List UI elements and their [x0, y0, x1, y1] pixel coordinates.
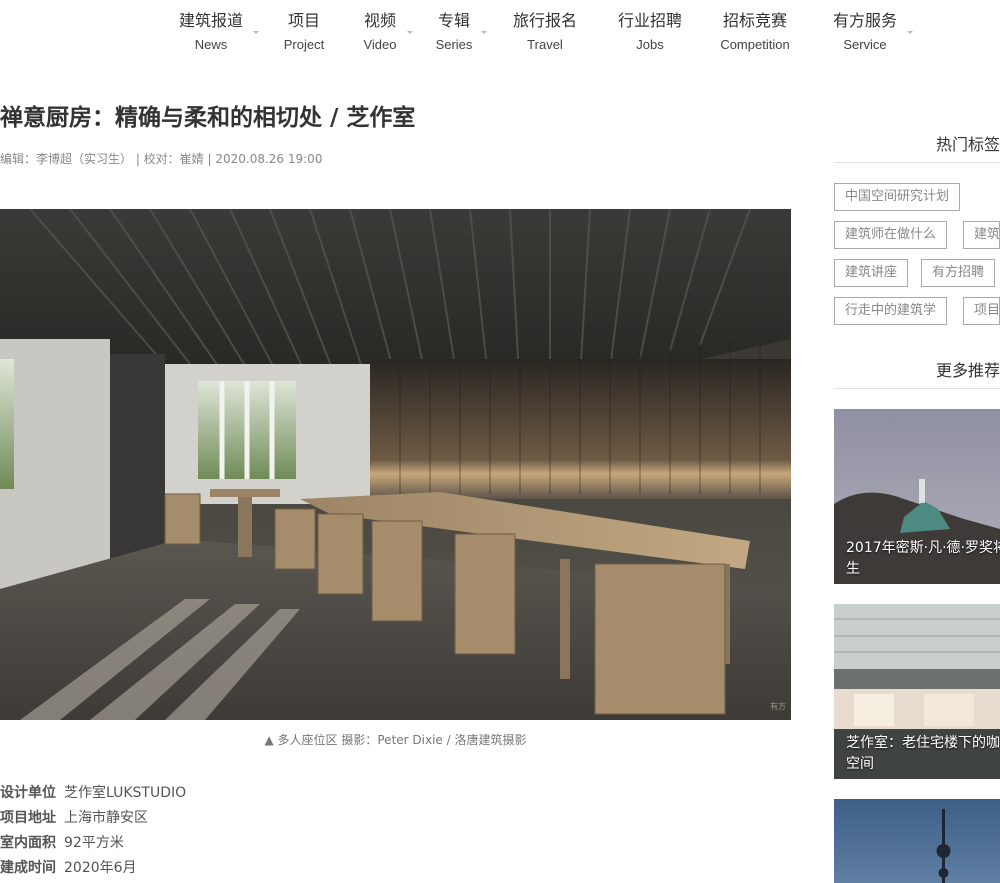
- card-caption: 2017年密斯·凡·德·罗奖将 生: [846, 538, 1000, 580]
- nav-label-cn: 有方服务: [832, 11, 897, 30]
- tag-item[interactable]: 建筑师在做什么: [834, 221, 948, 249]
- nav-news[interactable]: 建筑报道 News: [178, 10, 244, 54]
- nav-caret-icon: [481, 31, 487, 34]
- tag-item[interactable]: 建筑讲座: [834, 259, 909, 287]
- info-value: 2020年6月: [64, 860, 137, 876]
- hot-tags-heading: 热门标签: [935, 135, 1000, 154]
- nav-label-cn: 建筑报道: [178, 11, 243, 30]
- nav-label-cn: 行业招聘: [617, 11, 682, 30]
- info-key: 建成时间: [0, 860, 56, 876]
- divider: [834, 388, 1000, 389]
- nav-label-en: Jobs: [636, 37, 664, 52]
- nav-label-cn: 项目: [287, 11, 320, 30]
- info-key: 设计单位: [0, 785, 56, 801]
- nav-caret-icon: [407, 31, 413, 34]
- info-key: 室内面积: [0, 835, 56, 851]
- nav-label-en: Competition: [720, 37, 790, 52]
- nav-label-en: Series: [435, 37, 473, 52]
- divider: [834, 162, 1000, 163]
- nav-label-cn: 视频: [363, 11, 396, 30]
- top-nav: 建筑报道 News 项目 Project 视频 Video 专辑 Series …: [0, 0, 1000, 70]
- card-caption: 芝作室：老住宅楼下的咖 空间: [846, 733, 1000, 775]
- more-recommend-heading: 更多推荐: [935, 361, 1000, 380]
- photo-watermark: 有方: [770, 701, 786, 711]
- tag-item[interactable]: 项目: [963, 297, 1000, 325]
- nav-label-cn: 招标竞赛: [722, 11, 787, 30]
- nav-label-en: Project: [283, 37, 325, 52]
- nav-label-en: News: [194, 37, 228, 52]
- info-key: 项目地址: [0, 810, 56, 826]
- kitchen-interior-image: 有方: [0, 209, 791, 720]
- tag-item[interactable]: 有方招聘: [921, 259, 996, 287]
- nav-label-en: Travel: [527, 37, 563, 52]
- card-caption-line: 生: [846, 561, 860, 577]
- info-value: 92平方米: [64, 835, 124, 851]
- info-row: 项目地址 上海市静安区: [0, 807, 148, 827]
- hero-photo: 有方: [0, 209, 791, 720]
- article-meta: 编辑：李博超（实习生） | 校对：崔婧 | 2020.08.26 19:00: [0, 152, 323, 166]
- nav-series[interactable]: 专辑 Series: [431, 10, 477, 54]
- nav-label-cn: 专辑: [437, 11, 470, 30]
- nav-label-en: Service: [843, 37, 887, 52]
- info-row: 建成时间 2020年6月: [0, 857, 137, 877]
- card-caption-line: 芝作室：老住宅楼下的咖: [846, 735, 1000, 751]
- nav-caret-icon: [253, 31, 259, 34]
- nav-service[interactable]: 有方服务 Service: [832, 10, 898, 54]
- info-row: 室内面积 92平方米: [0, 832, 124, 852]
- nav-travel[interactable]: 旅行报名 Travel: [512, 10, 578, 54]
- nav-label-en: Video: [363, 37, 397, 52]
- tag-item[interactable]: 建筑: [963, 221, 1000, 249]
- recommend-card[interactable]: 芝作室：老住宅楼下的咖 空间: [834, 604, 1000, 779]
- card-image: [834, 799, 1000, 883]
- nav-video[interactable]: 视频 Video: [357, 10, 403, 54]
- card-caption-line: 2017年密斯·凡·德·罗奖将: [846, 540, 1000, 556]
- recommend-card[interactable]: 2017年密斯·凡·德·罗奖将 生: [834, 409, 1000, 584]
- tag-item[interactable]: 中国空间研究计划: [834, 183, 961, 211]
- card-caption-line: 空间: [846, 756, 874, 772]
- nav-competition[interactable]: 招标竞赛 Competition: [712, 10, 798, 54]
- info-value: 上海市静安区: [64, 810, 148, 826]
- article-title: 禅意厨房：精确与柔和的相切处 / 芝作室: [0, 105, 416, 131]
- nav-label-cn: 旅行报名: [512, 11, 577, 30]
- tag-item[interactable]: 行走中的建筑学: [834, 297, 948, 325]
- info-value: 芝作室LUKSTUDIO: [64, 785, 187, 801]
- nav-project[interactable]: 项目 Project: [281, 10, 327, 54]
- info-row: 设计单位 芝作室LUKSTUDIO: [0, 782, 186, 802]
- photo-caption: ▲ 多人座位区 摄影：Peter Dixie / 洛唐建筑摄影: [264, 733, 527, 747]
- nav-jobs[interactable]: 行业招聘 Jobs: [617, 10, 683, 54]
- nav-caret-icon: [907, 31, 913, 34]
- recommend-card[interactable]: [834, 799, 1000, 883]
